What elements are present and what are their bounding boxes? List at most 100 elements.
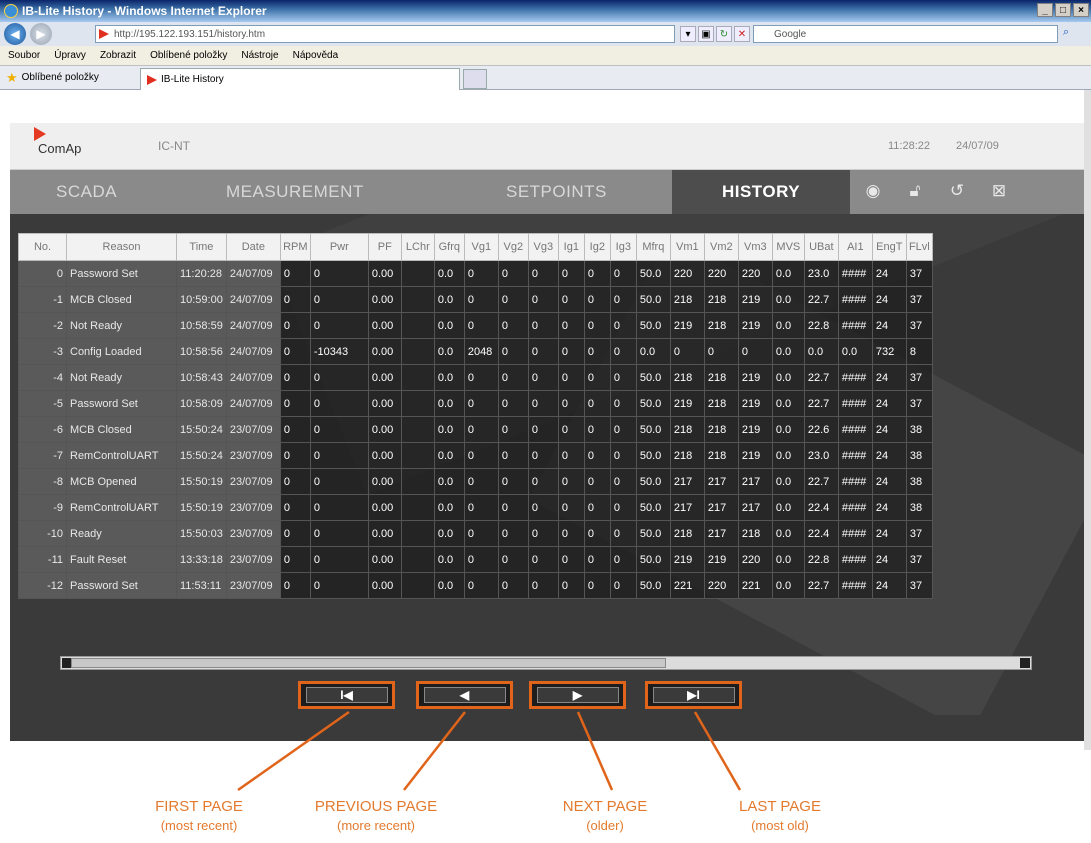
table-cell: 24/07/09 <box>225 286 281 313</box>
menu-item-view[interactable]: Zobrazit <box>100 50 136 61</box>
tab-scada[interactable]: SCADA <box>56 170 117 214</box>
table-cell: 0.0 <box>771 286 805 313</box>
menu-item-favorites[interactable]: Oblíbené položky <box>150 50 227 61</box>
menu-item-edit[interactable]: Úpravy <box>54 50 86 61</box>
table-cell: 22.4 <box>803 494 839 521</box>
table-cell: 0 <box>557 416 585 443</box>
table-cell: 22.7 <box>803 468 839 495</box>
column-header: Reason <box>66 233 177 261</box>
table-cell: 0 <box>279 260 311 287</box>
table-cell: Not Ready <box>66 364 177 391</box>
table-cell: 24/07/09 <box>225 338 281 365</box>
table-cell: 38 <box>905 442 933 469</box>
back-button[interactable]: ◀ <box>4 23 26 45</box>
table-cell: 0.0 <box>433 468 465 495</box>
table-row[interactable]: -7 RemControlUART 15:50:24 23/07/09 0 0 0.00 0.… <box>18 442 933 469</box>
table-row[interactable]: -10 Ready 15:50:03 23/07/09 0 0 0.00 0.0 0 0 0 0 0 0 5… <box>18 520 933 547</box>
table-cell: 15:50:19 <box>176 494 227 521</box>
search-input[interactable]: Google <box>753 25 1058 43</box>
table-cell: 22.7 <box>803 390 839 417</box>
table-horizontal-scrollbar[interactable] <box>60 656 1032 670</box>
table-cell: Password Set <box>66 260 177 287</box>
table-cell: #### <box>837 364 873 391</box>
table-cell <box>400 546 435 573</box>
table-cell: 219 <box>669 546 705 573</box>
screenshot-root: IB-Lite History - Windows Internet Explo… <box>0 0 1091 843</box>
table-row[interactable]: -8 MCB Opened 15:50:19 23/07/09 0 0 0.00 0.0 0 0 0… <box>18 468 933 495</box>
menu-item-tools[interactable]: Nástroje <box>241 50 278 61</box>
tab-setpoints[interactable]: SETPOINTS <box>506 170 607 214</box>
table-cell: 0 <box>583 494 611 521</box>
settings-icon[interactable]: ◉ <box>862 180 884 202</box>
table-row[interactable]: -12 Password Set 11:53:11 23/07/09 0 0 0.00 0.0… <box>18 572 933 599</box>
table-cell: 0.0 <box>433 546 465 573</box>
table-row[interactable]: -3 Config Loaded 10:58:56 24/07/09 0 -10343 0.… <box>18 338 933 365</box>
refresh-icon[interactable]: ↻ <box>716 26 732 42</box>
favorites-star-icon[interactable]: ★ <box>6 70 18 86</box>
table-cell: -4 <box>18 364 67 391</box>
table-cell: 23/07/09 <box>225 442 281 469</box>
scroll-right-icon[interactable] <box>1020 658 1030 668</box>
new-tab-button[interactable] <box>463 69 487 89</box>
favorites-label[interactable]: Oblíbené položky <box>22 72 99 83</box>
table-cell: 0 <box>463 546 499 573</box>
table-cell: 732 <box>871 338 907 365</box>
table-row[interactable]: 0 Password Set 11:20:28 24/07/09 0 0 0.00 0.0 0 0… <box>18 260 933 287</box>
first-page-button[interactable]: I◀ <box>298 681 395 709</box>
table-cell: 22.8 <box>803 312 839 339</box>
table-cell: Config Loaded <box>66 338 177 365</box>
table-cell: 24 <box>871 260 907 287</box>
annotation-title: PREVIOUS PAGE <box>314 798 438 815</box>
search-icon[interactable]: ⌕ <box>1063 26 1083 42</box>
table-cell: 217 <box>703 494 739 521</box>
column-header: AI1 <box>837 233 873 261</box>
table-cell: 0 <box>583 546 611 573</box>
table-cell: 0 <box>557 546 585 573</box>
compat-view-icon[interactable]: ▣ <box>698 26 714 42</box>
search-placeholder: Google <box>774 28 807 40</box>
url-input[interactable]: http://195.122.193.151/history.htm <box>95 25 675 43</box>
table-cell: 217 <box>669 494 705 521</box>
table-row[interactable]: -5 Password Set 10:58:09 24/07/09 0 0 0.00 0.0 0… <box>18 390 933 417</box>
close-icon[interactable]: ⊠ <box>988 180 1010 202</box>
table-cell: 24/07/09 <box>225 390 281 417</box>
table-cell: MCB Closed <box>66 416 177 443</box>
menu-bar: Soubor Úpravy Zobrazit Oblíbené položky … <box>0 46 1091 66</box>
refresh-icon[interactable]: ↺ <box>946 180 968 202</box>
next-page-button[interactable]: ▶ <box>529 681 626 709</box>
table-row[interactable]: -6 MCB Closed 15:50:24 23/07/09 0 0 0.00 0.0 0 0 0… <box>18 416 933 443</box>
table-cell: 0.0 <box>771 312 805 339</box>
menu-item-help[interactable]: Nápověda <box>293 50 339 61</box>
forward-button[interactable]: ▶ <box>30 23 52 45</box>
table-cell <box>400 364 435 391</box>
table-cell: 219 <box>737 286 773 313</box>
table-row[interactable]: -1 MCB Closed 10:59:00 24/07/09 0 0 0.00 0.0 0 0 0… <box>18 286 933 313</box>
tab-history[interactable]: HISTORY <box>672 170 850 214</box>
previous-page-button[interactable]: ◀ <box>416 681 513 709</box>
stop-icon[interactable]: ✕ <box>734 26 750 42</box>
menu-item-file[interactable]: Soubor <box>8 50 40 61</box>
dropdown-icon[interactable]: ▾ <box>680 26 696 42</box>
close-window-button[interactable]: × <box>1073 3 1089 17</box>
table-cell: 0 <box>609 520 637 547</box>
page-vertical-scrollbar[interactable] <box>1084 90 1091 750</box>
last-page-button[interactable]: ▶I <box>645 681 742 709</box>
annotation-last-page: LAST PAGE (most old) <box>715 797 845 835</box>
tab-measurement[interactable]: MEASUREMENT <box>226 170 364 214</box>
table-row[interactable]: -11 Fault Reset 13:33:18 23/07/09 0 0 0.00 0.0 0… <box>18 546 933 573</box>
lock-icon[interactable]: 🔓︎ <box>904 180 926 202</box>
table-row[interactable]: -9 RemControlUART 15:50:19 23/07/09 0 0 0.00 0.… <box>18 494 933 521</box>
browser-tab[interactable]: IB-Lite History <box>140 68 460 90</box>
minimize-button[interactable]: _ <box>1037 3 1053 17</box>
maximize-button[interactable]: □ <box>1055 3 1071 17</box>
table-cell: 0 <box>497 312 529 339</box>
table-cell: -3 <box>18 338 67 365</box>
table-row[interactable]: -4 Not Ready 10:58:43 24/07/09 0 0 0.00 0.0 0 0 0 0… <box>18 364 933 391</box>
table-cell: 50.0 <box>635 546 671 573</box>
table-cell: 0 <box>609 312 637 339</box>
table-cell: 0 <box>497 390 529 417</box>
scrollbar-thumb[interactable] <box>71 658 666 668</box>
table-row[interactable]: -2 Not Ready 10:58:59 24/07/09 0 0 0.00 0.0 0 0 0 0… <box>18 312 933 339</box>
table-cell: 24 <box>871 442 907 469</box>
table-cell: -10343 <box>309 338 369 365</box>
